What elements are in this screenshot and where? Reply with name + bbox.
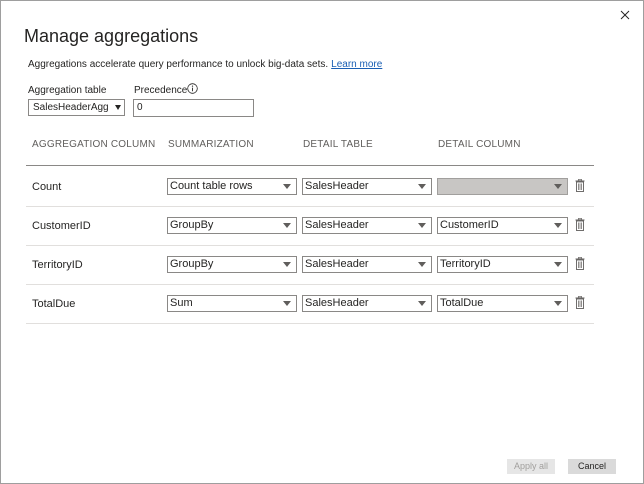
detail-table-dropdown[interactable]: SalesHeader [302,256,432,273]
chevron-down-icon [418,223,426,228]
detail-column-value: CustomerID [440,219,499,231]
detail-column-dropdown [437,178,568,195]
detail-table-value: SalesHeader [305,297,369,309]
column-header-summarization: SUMMARIZATION [168,139,254,150]
chevron-down-icon [554,223,562,228]
precedence-input[interactable]: 0 [133,99,254,117]
description-text: Aggregations accelerate query performanc… [28,59,329,70]
learn-more-link[interactable]: Learn more [331,59,382,70]
column-header-detail-column: DETAIL COLUMN [438,139,521,150]
aggregation-column-name: Count [32,181,62,193]
apply-all-button[interactable]: Apply all [507,459,555,474]
summarization-dropdown[interactable]: GroupBy [167,256,297,273]
table-row: TotalDue Sum SalesHeader TotalDue [26,284,594,324]
chevron-down-icon [283,262,291,267]
chevron-down-icon [418,262,426,267]
detail-column-dropdown[interactable]: TotalDue [437,295,568,312]
cancel-button[interactable]: Cancel [568,459,616,474]
aggregation-column-name: TerritoryID [32,259,83,271]
info-icon[interactable] [187,83,198,94]
chevron-down-icon [283,301,291,306]
dialog-description: Aggregations accelerate query performanc… [28,59,382,70]
detail-table-value: SalesHeader [305,219,369,231]
chevron-down-icon [418,184,426,189]
column-header-aggregation-column: AGGREGATION COLUMN [32,139,156,150]
detail-column-value: TotalDue [440,297,484,309]
header-divider [26,165,594,166]
table-row: Count Count table rows SalesHeader [26,167,594,207]
summarization-dropdown[interactable]: GroupBy [167,217,297,234]
delete-icon[interactable] [575,179,585,192]
aggregation-column-name: TotalDue [32,298,76,310]
aggregation-table-label: Aggregation table [28,85,107,96]
delete-icon[interactable] [575,296,585,309]
chevron-down-icon [283,223,291,228]
summarization-value: Sum [170,297,193,309]
chevron-down-icon [554,184,562,189]
detail-table-dropdown[interactable]: SalesHeader [302,295,432,312]
detail-column-value: TerritoryID [440,258,491,270]
column-header-detail-table: DETAIL TABLE [303,139,373,150]
aggregation-table-value: SalesHeaderAgg [33,102,109,113]
detail-column-dropdown[interactable]: TerritoryID [437,256,568,273]
chevron-down-icon [418,301,426,306]
detail-table-value: SalesHeader [305,180,369,192]
precedence-label: Precedence [134,85,188,96]
chevron-down-icon [554,262,562,267]
summarization-value: GroupBy [170,258,214,270]
chevron-down-icon [115,105,121,110]
detail-table-value: SalesHeader [305,258,369,270]
summarization-value: Count table rows [170,180,253,192]
aggregation-column-name: CustomerID [32,220,91,232]
detail-table-dropdown[interactable]: SalesHeader [302,217,432,234]
manage-aggregations-dialog: Manage aggregations Aggregations acceler… [0,0,644,484]
table-row: CustomerID GroupBy SalesHeader CustomerI… [26,206,594,246]
chevron-down-icon [283,184,291,189]
detail-column-dropdown[interactable]: CustomerID [437,217,568,234]
table-row: TerritoryID GroupBy SalesHeader Territor… [26,245,594,285]
aggregation-table-dropdown[interactable]: SalesHeaderAgg [28,99,125,116]
summarization-dropdown[interactable]: Count table rows [167,178,297,195]
close-icon[interactable] [617,7,633,23]
delete-icon[interactable] [575,257,585,270]
chevron-down-icon [554,301,562,306]
detail-table-dropdown[interactable]: SalesHeader [302,178,432,195]
delete-icon[interactable] [575,218,585,231]
dialog-title: Manage aggregations [24,26,199,46]
precedence-value: 0 [137,102,143,113]
summarization-value: GroupBy [170,219,214,231]
summarization-dropdown[interactable]: Sum [167,295,297,312]
